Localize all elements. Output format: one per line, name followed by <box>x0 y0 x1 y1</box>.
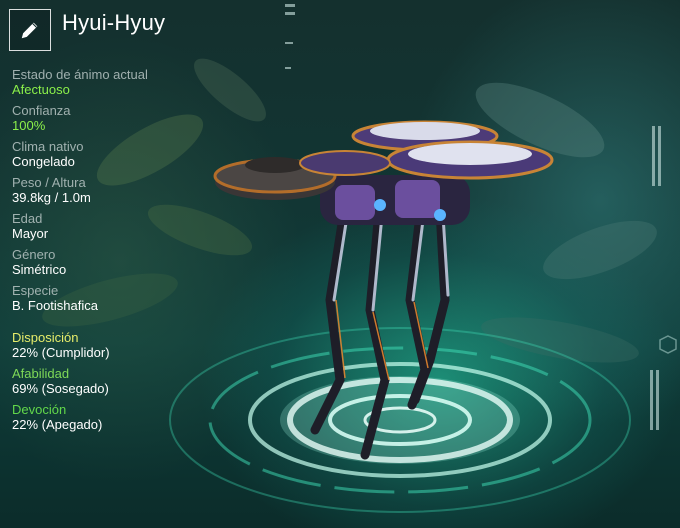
stat-label: Clima nativo <box>12 139 84 154</box>
stat-label: Estado de ánimo actual <box>12 67 148 82</box>
stat-label: Peso / Altura <box>12 175 86 190</box>
hex-marker <box>659 335 677 354</box>
stat-value: Simétrico <box>12 262 67 277</box>
stat-value: 100% <box>12 118 46 133</box>
trait-value: 22% (Cumplidor) <box>12 345 110 360</box>
trait-devotion: Devoción 22% (Apegado) <box>12 402 110 438</box>
trait-label: Afabilidad <box>12 366 70 381</box>
stat-value: Mayor <box>12 226 49 241</box>
scene-background: Hyui-Hyuy Estado de ánimo actual Afectuo… <box>0 0 680 528</box>
traits-panel: Disposición 22% (Cumplidor) Afabilidad 6… <box>12 330 110 438</box>
pencil-icon <box>21 22 38 39</box>
stats-panel: Estado de ánimo actual Afectuoso Confian… <box>12 67 148 319</box>
edit-name-button[interactable] <box>9 9 51 51</box>
stat-age: Edad Mayor <box>12 211 148 247</box>
stat-label: Confianza <box>12 103 71 118</box>
stat-species: Especie B. Footishafica <box>12 283 148 319</box>
trait-affability: Afabilidad 69% (Sosegado) <box>12 366 110 402</box>
trait-label: Devoción <box>12 402 67 417</box>
creature-name: Hyui-Hyuy <box>62 10 166 35</box>
trait-value: 69% (Sosegado) <box>12 381 109 396</box>
stat-value: 39.8kg / 1.0m <box>12 190 91 205</box>
stat-gender: Género Simétrico <box>12 247 148 283</box>
trait-label: Disposición <box>12 330 79 345</box>
trait-value: 22% (Apegado) <box>12 417 103 432</box>
stat-value: Afectuoso <box>12 82 70 97</box>
stat-value: B. Footishafica <box>12 298 98 313</box>
stat-mood: Estado de ánimo actual Afectuoso <box>12 67 148 103</box>
stat-label: Especie <box>12 283 59 298</box>
stat-weight: Peso / Altura 39.8kg / 1.0m <box>12 175 148 211</box>
trait-disposition: Disposición 22% (Cumplidor) <box>12 330 110 366</box>
stat-value: Congelado <box>12 154 75 169</box>
stat-climate: Clima nativo Congelado <box>12 139 148 175</box>
stat-label: Género <box>12 247 56 262</box>
stat-trust: Confianza 100% <box>12 103 148 139</box>
stat-label: Edad <box>12 211 43 226</box>
